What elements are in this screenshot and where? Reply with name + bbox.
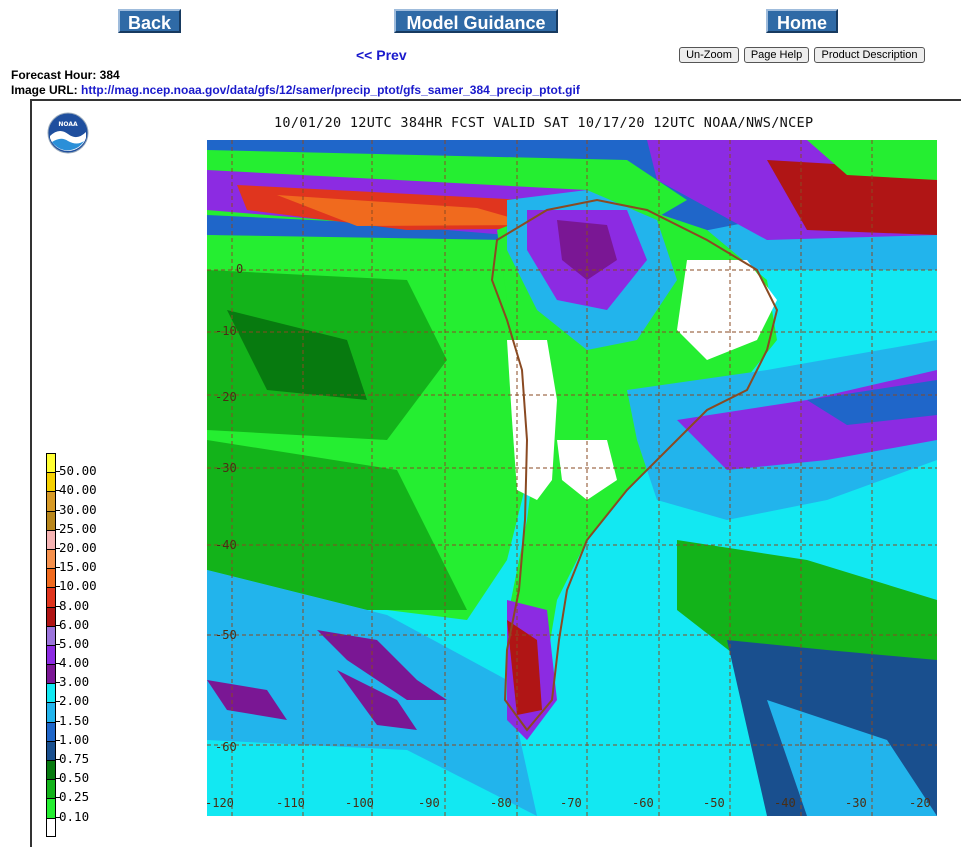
legend-swatch <box>46 568 56 588</box>
legend-swatch <box>46 740 56 760</box>
x-axis-tick-label: -60 <box>632 796 654 810</box>
legend-label: 15.00 <box>59 559 97 575</box>
x-axis-tick-label: -30 <box>845 796 867 810</box>
legend-label: 20.00 <box>59 539 97 555</box>
x-axis-tick-label: -20 <box>909 796 931 810</box>
legend-swatch <box>46 644 56 665</box>
image-url-line: Image URL: http://mag.ncep.noaa.gov/data… <box>11 83 580 97</box>
legend-label: 3.00 <box>59 674 90 690</box>
legend-swatch <box>46 472 56 492</box>
legend-swatch <box>46 510 56 530</box>
x-axis-tick-label: -70 <box>560 796 582 810</box>
legend-label: 5.00 <box>59 635 90 651</box>
legend-label: 0.75 <box>59 751 90 766</box>
legend-swatch <box>46 683 56 703</box>
product-description-button[interactable]: Product Description <box>814 47 925 63</box>
y-axis-tick-label: -30 <box>215 461 237 475</box>
legend-label: 1.50 <box>59 712 90 728</box>
legend-swatch <box>46 798 56 818</box>
noaa-logo-text: NOAA <box>58 121 78 128</box>
precipitation-map <box>207 140 937 816</box>
x-axis-tick-label: -40 <box>774 796 796 810</box>
legend-label: 8.00 <box>59 597 90 613</box>
legend-swatch <box>46 491 56 511</box>
legend-label: 0.25 <box>59 789 90 805</box>
forecast-hour: Forecast Hour: 384 <box>11 68 120 82</box>
legend-swatch <box>46 625 56 645</box>
map-title: 10/01/20 12UTC 384HR FCST VALID SAT 10/1… <box>274 115 814 131</box>
y-axis-tick-label: 0 <box>236 262 244 276</box>
legend-swatch <box>46 702 56 722</box>
home-button[interactable]: Home <box>766 9 838 33</box>
back-button[interactable]: Back <box>118 9 181 33</box>
x-axis-tick-label: -50 <box>703 796 725 810</box>
legend-label: 50.00 <box>59 463 97 479</box>
legend-swatch <box>46 760 56 780</box>
legend-swatch <box>46 721 56 741</box>
image-url-label: Image URL: <box>11 83 82 97</box>
legend-label: 1.00 <box>59 731 90 747</box>
legend-swatch <box>46 817 56 837</box>
legend-label: 30.00 <box>59 501 97 517</box>
legend-label: 0.10 <box>59 808 90 824</box>
legend-swatch <box>46 664 56 684</box>
y-axis-tick-label: -10 <box>215 324 237 338</box>
legend-label: 4.00 <box>59 655 90 671</box>
legend-label: 0.50 <box>59 770 90 786</box>
legend-swatch <box>46 779 56 799</box>
legend-swatch <box>46 529 56 549</box>
legend-label: 40.00 <box>59 482 97 498</box>
image-url-link[interactable]: http://mag.ncep.noaa.gov/data/gfs/12/sam… <box>81 83 580 97</box>
legend-label: 10.00 <box>59 578 97 594</box>
x-axis-tick-label: -110 <box>276 796 305 810</box>
y-axis-tick-label: -60 <box>215 740 237 754</box>
prev-link[interactable]: << Prev <box>356 47 407 63</box>
x-axis-tick-label: -100 <box>345 796 374 810</box>
y-axis-tick-label: -40 <box>215 538 237 552</box>
y-axis-tick-label: -50 <box>215 628 237 642</box>
page-help-button[interactable]: Page Help <box>744 47 809 63</box>
model-guidance-button[interactable]: Model Guidance <box>394 9 558 33</box>
legend-swatch <box>46 606 56 626</box>
unzoom-button[interactable]: Un-Zoom <box>679 47 739 63</box>
x-axis-tick-label: -80 <box>490 796 512 810</box>
x-axis-tick-label: -90 <box>418 796 440 810</box>
legend-label: 25.00 <box>59 520 97 536</box>
legend-label: 6.00 <box>59 616 90 632</box>
legend-swatch <box>46 587 56 607</box>
legend-swatch <box>46 548 56 569</box>
noaa-logo-icon: NOAA <box>47 112 89 154</box>
legend-label: 2.00 <box>59 693 90 709</box>
y-axis-tick-label: -20 <box>215 390 237 404</box>
legend-swatch <box>46 453 56 473</box>
x-axis-tick-label: -120 <box>205 796 234 810</box>
